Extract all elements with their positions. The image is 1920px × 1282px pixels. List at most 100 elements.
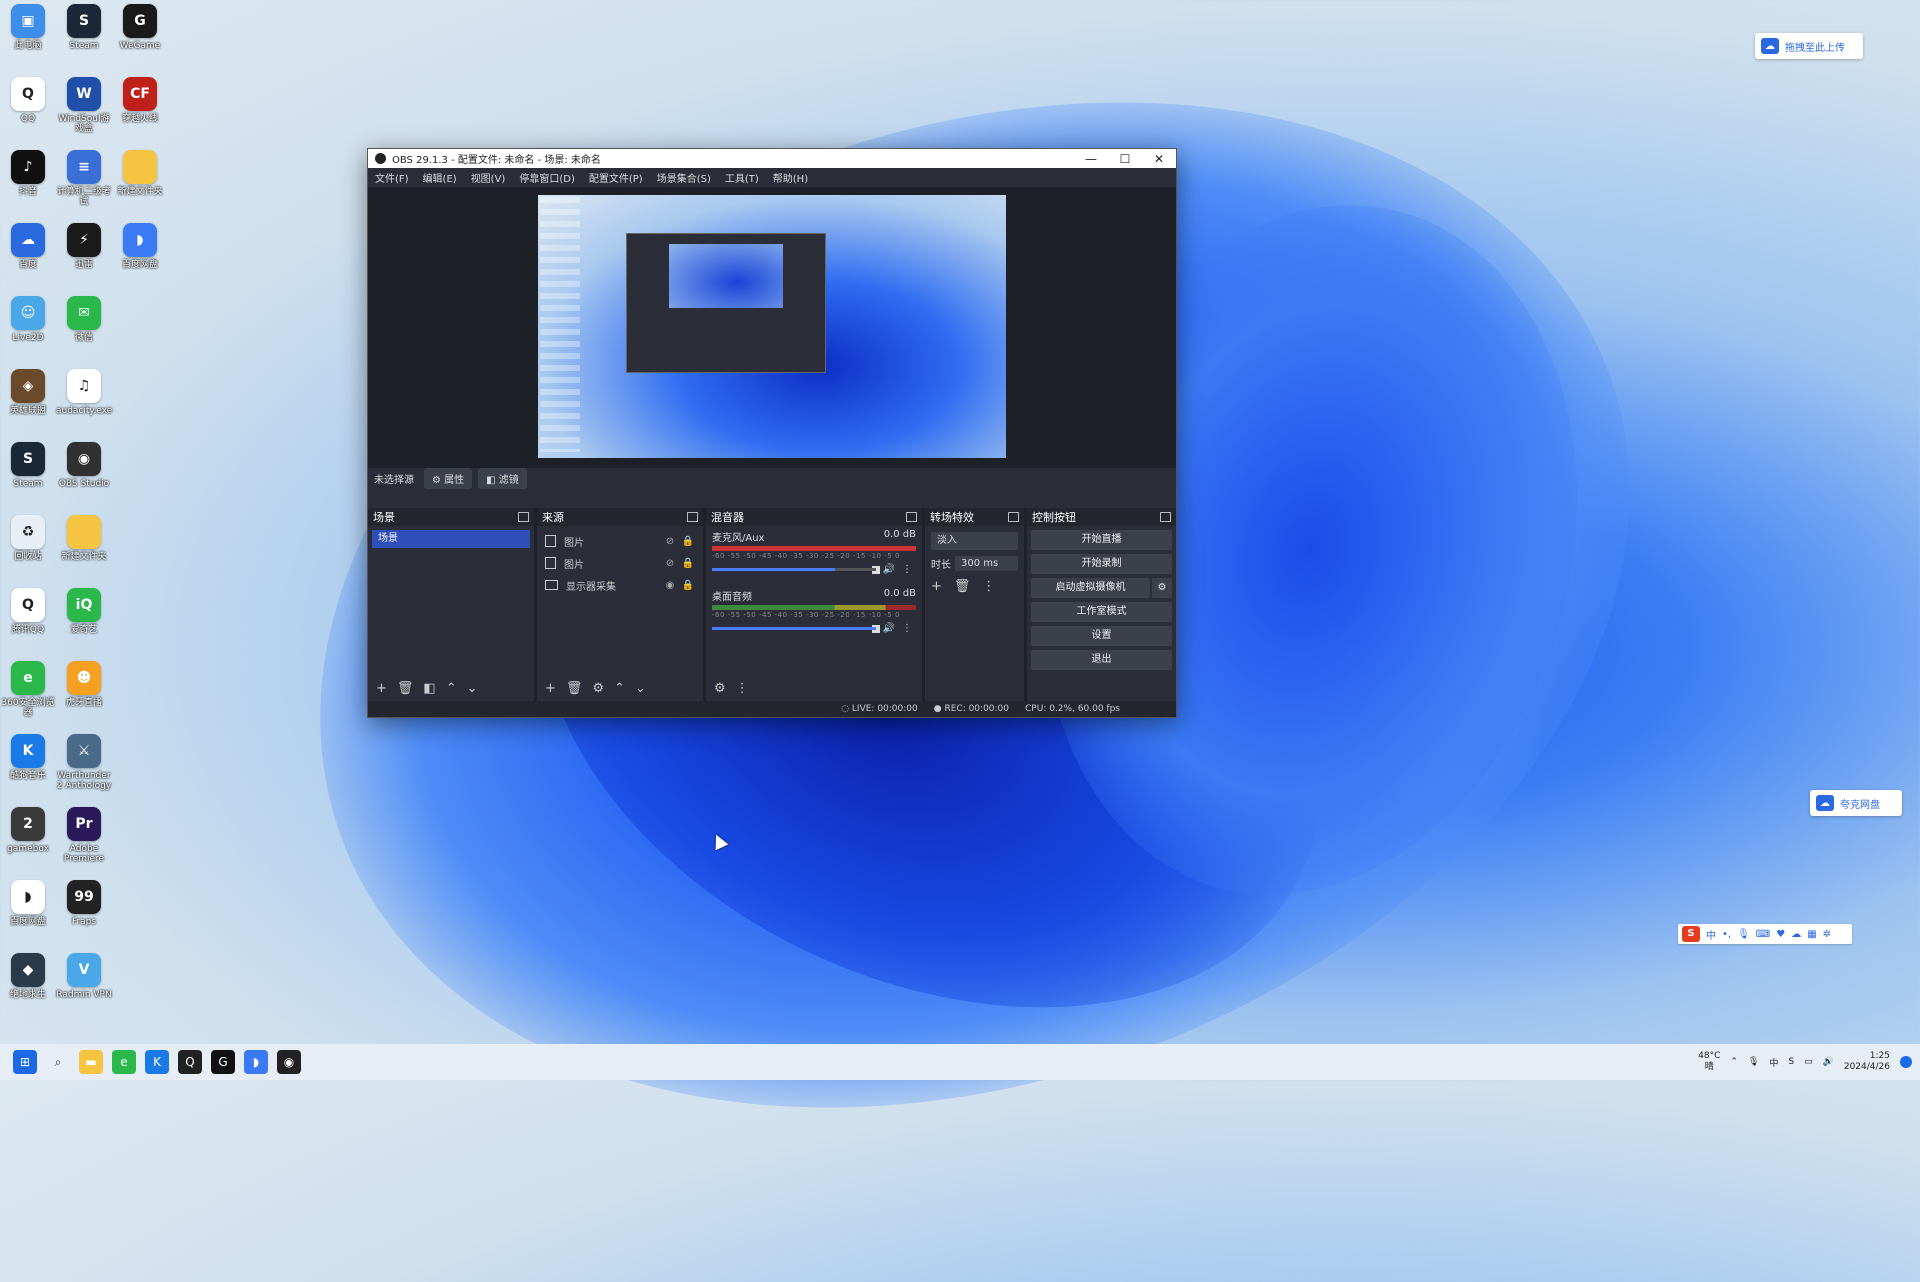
ime-mode[interactable]: 中 [1706,927,1716,942]
speaker-icon[interactable]: 🔊 [880,564,898,575]
desktop-icon[interactable]: ◗ 百度网盘 [112,223,168,270]
notification-icon[interactable] [1900,1056,1912,1068]
minimize-button[interactable]: — [1074,152,1108,166]
menu-file[interactable]: 文件(F) [368,170,416,185]
move-up-button[interactable]: ⌃ [614,681,625,696]
baidupan-icon[interactable]: ◗ [244,1050,268,1074]
desktop-icon[interactable]: G WeGame [112,4,168,51]
lock-icon[interactable]: 🔒 [681,536,695,547]
desktop-icon[interactable]: ☻ 虎牙直播 [56,661,112,708]
grid-icon[interactable]: ▦ [1807,929,1816,940]
desktop-icon[interactable]: ♪ 抖音 [0,150,56,197]
desktop-icon[interactable]: W WindSoul游戏盒 [56,77,112,134]
transition-select[interactable]: 淡入 [931,532,1018,550]
add-scene-button[interactable]: + [376,681,387,696]
menu-docks[interactable]: 停靠窗口(D) [512,170,582,185]
lock-icon[interactable]: 🔒 [681,580,695,591]
transition-menu-button[interactable]: ⋮ [982,579,995,594]
menu-scene-collection[interactable]: 场景集合(S) [650,170,718,185]
skin-icon[interactable]: ♥ [1776,929,1785,940]
studio-mode-button[interactable]: 工作室模式 [1031,602,1172,622]
desktop-icon[interactable]: ◈ 英雄联盟 [0,369,56,416]
qq-icon[interactable]: Q [178,1050,202,1074]
desktop-icon[interactable]: ⚔ Warthunder 2 Anthology [56,734,112,791]
add-transition-button[interactable]: + [931,579,942,594]
scene-list-item[interactable]: 场景 [372,530,530,548]
desktop-icon[interactable]: ☺ Live2D [0,296,56,343]
desktop-icon[interactable]: ◗ 百度网盘 [0,880,56,927]
source-item[interactable]: 显示器采集 ◉ 🔒 [537,574,703,596]
volume-slider[interactable] [712,568,876,571]
sogou-ime-toolbar[interactable]: S 中 •, 🎙 ⌨ ♥ ☁ ▦ ✲ [1678,924,1852,944]
desktop-icon[interactable]: ≡ 计算机二级考试 [56,150,112,207]
canvas-preview[interactable] [538,195,1006,458]
filters-button[interactable]: ◧ 滤镜 [478,467,527,489]
settings-icon[interactable]: ✲ [1823,929,1831,940]
punctuation-icon[interactable]: •, [1722,929,1731,940]
menu-help[interactable]: 帮助(H) [766,170,815,185]
volume-slider[interactable] [712,627,876,630]
desktop-icon[interactable]: 99 Fraps [56,880,112,927]
speaker-icon[interactable]: 🔊 [880,623,898,634]
obs-window[interactable]: OBS 29.1.3 - 配置文件: 未命名 - 场景: 未命名 — ☐ ✕ 文… [367,148,1177,718]
menu-view[interactable]: 视图(V) [464,170,513,185]
quark-drive-widget[interactable]: ☁ 夸克网盘 [1810,790,1902,816]
settings-button[interactable]: 设置 [1031,626,1172,646]
ime-indicator[interactable]: 中 [1769,1056,1778,1069]
menu-tools[interactable]: 工具(T) [718,170,766,185]
lock-icon[interactable]: 🔒 [681,558,695,569]
desktop-icon[interactable]: Q QQ [0,77,56,124]
wegame-icon[interactable]: G [211,1050,235,1074]
clock[interactable]: 1:25 2024/4/26 [1844,1051,1890,1073]
eye-hidden-icon[interactable]: ⊘ [663,536,677,547]
file-explorer-icon[interactable]: ▬ [79,1050,103,1074]
desktop-icon[interactable]: ▣ 此电脑 [0,4,56,51]
menu-edit[interactable]: 编辑(E) [416,170,464,185]
network-icon[interactable]: ▭ [1804,1057,1813,1067]
desktop-icon[interactable]: S Steam [56,4,112,51]
desktop-icon[interactable]: ♫ audacity.exe [56,369,112,416]
obs-icon[interactable]: ◉ [277,1050,301,1074]
eye-icon[interactable]: ◉ [663,580,677,591]
gear-icon[interactable]: ⚙ [1152,578,1172,598]
remove-scene-button[interactable]: 🗑 [397,681,414,696]
desktop-icon[interactable]: iQ 爱奇艺 [56,588,112,635]
move-down-button[interactable]: ⌄ [635,681,646,696]
more-options-icon[interactable]: ⋮ [898,564,916,575]
undock-icon[interactable] [518,512,529,522]
undock-icon[interactable] [687,512,698,522]
browser-icon[interactable]: e [112,1050,136,1074]
desktop-icon[interactable]: ◆ 绝地求生 [0,953,56,1000]
desktop-icon[interactable]: ✉ 微信 [56,296,112,343]
duration-input[interactable]: 300 ms [955,556,1018,571]
search-icon[interactable]: ⌕ [46,1050,70,1074]
chevron-up-icon[interactable]: ⌃ [1730,1057,1738,1067]
desktop-icon[interactable]: 2 gamebox [0,807,56,854]
kugou-icon[interactable]: K [145,1050,169,1074]
volume-icon[interactable]: 🔊 [1823,1057,1834,1067]
add-source-button[interactable]: + [545,681,556,696]
sogou-tray-icon[interactable]: S [1788,1057,1794,1067]
desktop-icon[interactable]: 新建文件夹 [56,515,112,562]
keyboard-icon[interactable]: ⌨ [1756,929,1770,940]
eye-hidden-icon[interactable]: ⊘ [663,558,677,569]
source-properties-button[interactable]: ⚙ [592,681,604,696]
cloud-upload-widget[interactable]: ☁ 拖拽至此上传 [1755,33,1863,59]
mic-icon[interactable]: 🎙 [1748,1057,1759,1067]
desktop-icon[interactable]: V Radmin VPN [56,953,112,1000]
start-virtual-camera-button[interactable]: 启动虚拟摄像机 [1031,578,1150,598]
desktop-icon[interactable]: S Steam [0,442,56,489]
close-button[interactable]: ✕ [1142,152,1176,166]
menu-profile[interactable]: 配置文件(P) [582,170,650,185]
start-streaming-button[interactable]: 开始直播 [1031,530,1172,550]
maximize-button[interactable]: ☐ [1108,152,1142,166]
mic-icon[interactable]: 🎙 [1737,929,1750,940]
undock-icon[interactable] [1160,512,1171,522]
desktop-icon[interactable]: e 360安全浏览器 [0,661,56,718]
weather-widget[interactable]: 48°C 晴 [1698,1051,1720,1073]
mixer-menu-button[interactable]: ⋮ [736,681,749,696]
scene-filters-button[interactable]: ◧ [423,681,435,696]
exit-button[interactable]: 退出 [1031,650,1172,670]
start-recording-button[interactable]: 开始录制 [1031,554,1172,574]
desktop-icon[interactable]: ♻ 回收站 [0,515,56,562]
